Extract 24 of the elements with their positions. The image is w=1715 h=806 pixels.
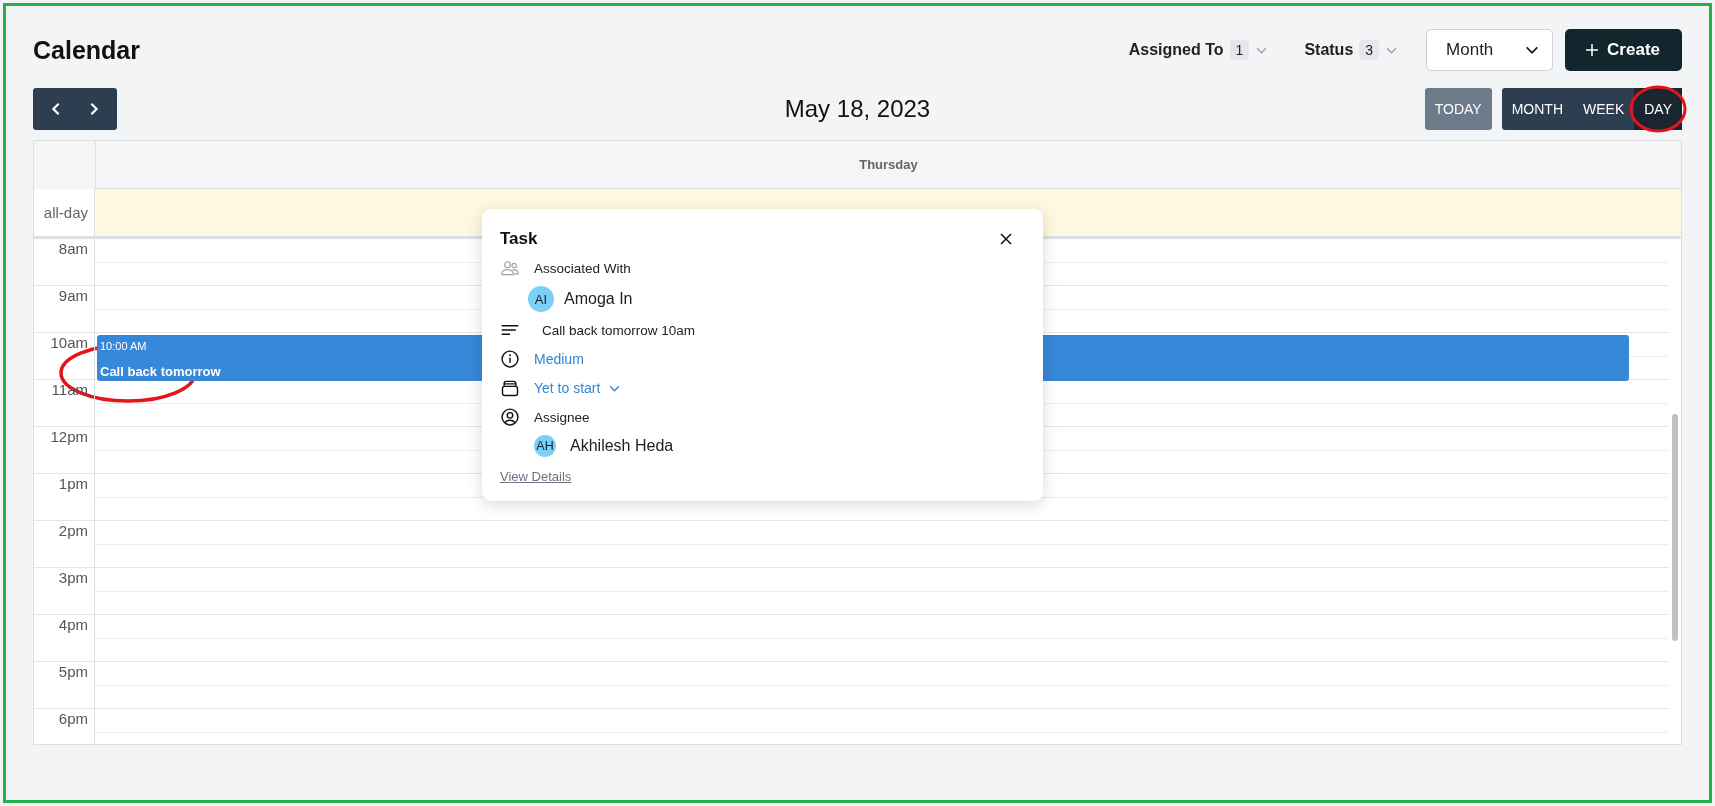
time-label: 4pm	[58, 616, 88, 633]
time-label: 9am	[58, 287, 88, 304]
time-label: 2pm	[58, 522, 88, 539]
associated-name: Amoga In	[564, 290, 633, 308]
assignee-name: Akhilesh Heda	[570, 437, 674, 455]
time-label: 3pm	[58, 569, 88, 586]
popup-title: Task	[500, 229, 538, 249]
page-title: Calendar	[33, 35, 140, 65]
all-day-label: all-day	[43, 204, 88, 221]
avatar: AH	[534, 435, 556, 457]
time-label: 6pm	[58, 710, 88, 727]
associated-label: Associated With	[534, 260, 631, 276]
avatar: AI	[528, 286, 554, 312]
event-time: 10:00 AM	[100, 340, 147, 352]
time-label: 8am	[58, 240, 88, 257]
time-label: 5pm	[58, 663, 88, 680]
task-description: Call back tomorrow 10am	[542, 322, 696, 338]
assignee-label: Assignee	[534, 409, 590, 425]
time-label: 10am	[50, 334, 88, 351]
time-label: 12pm	[50, 428, 88, 445]
day-header: Thursday	[96, 141, 1681, 189]
time-label: 1pm	[58, 475, 88, 492]
event-title: Call back tomorrow	[100, 364, 221, 379]
date-title: May 18, 2023	[784, 95, 931, 123]
